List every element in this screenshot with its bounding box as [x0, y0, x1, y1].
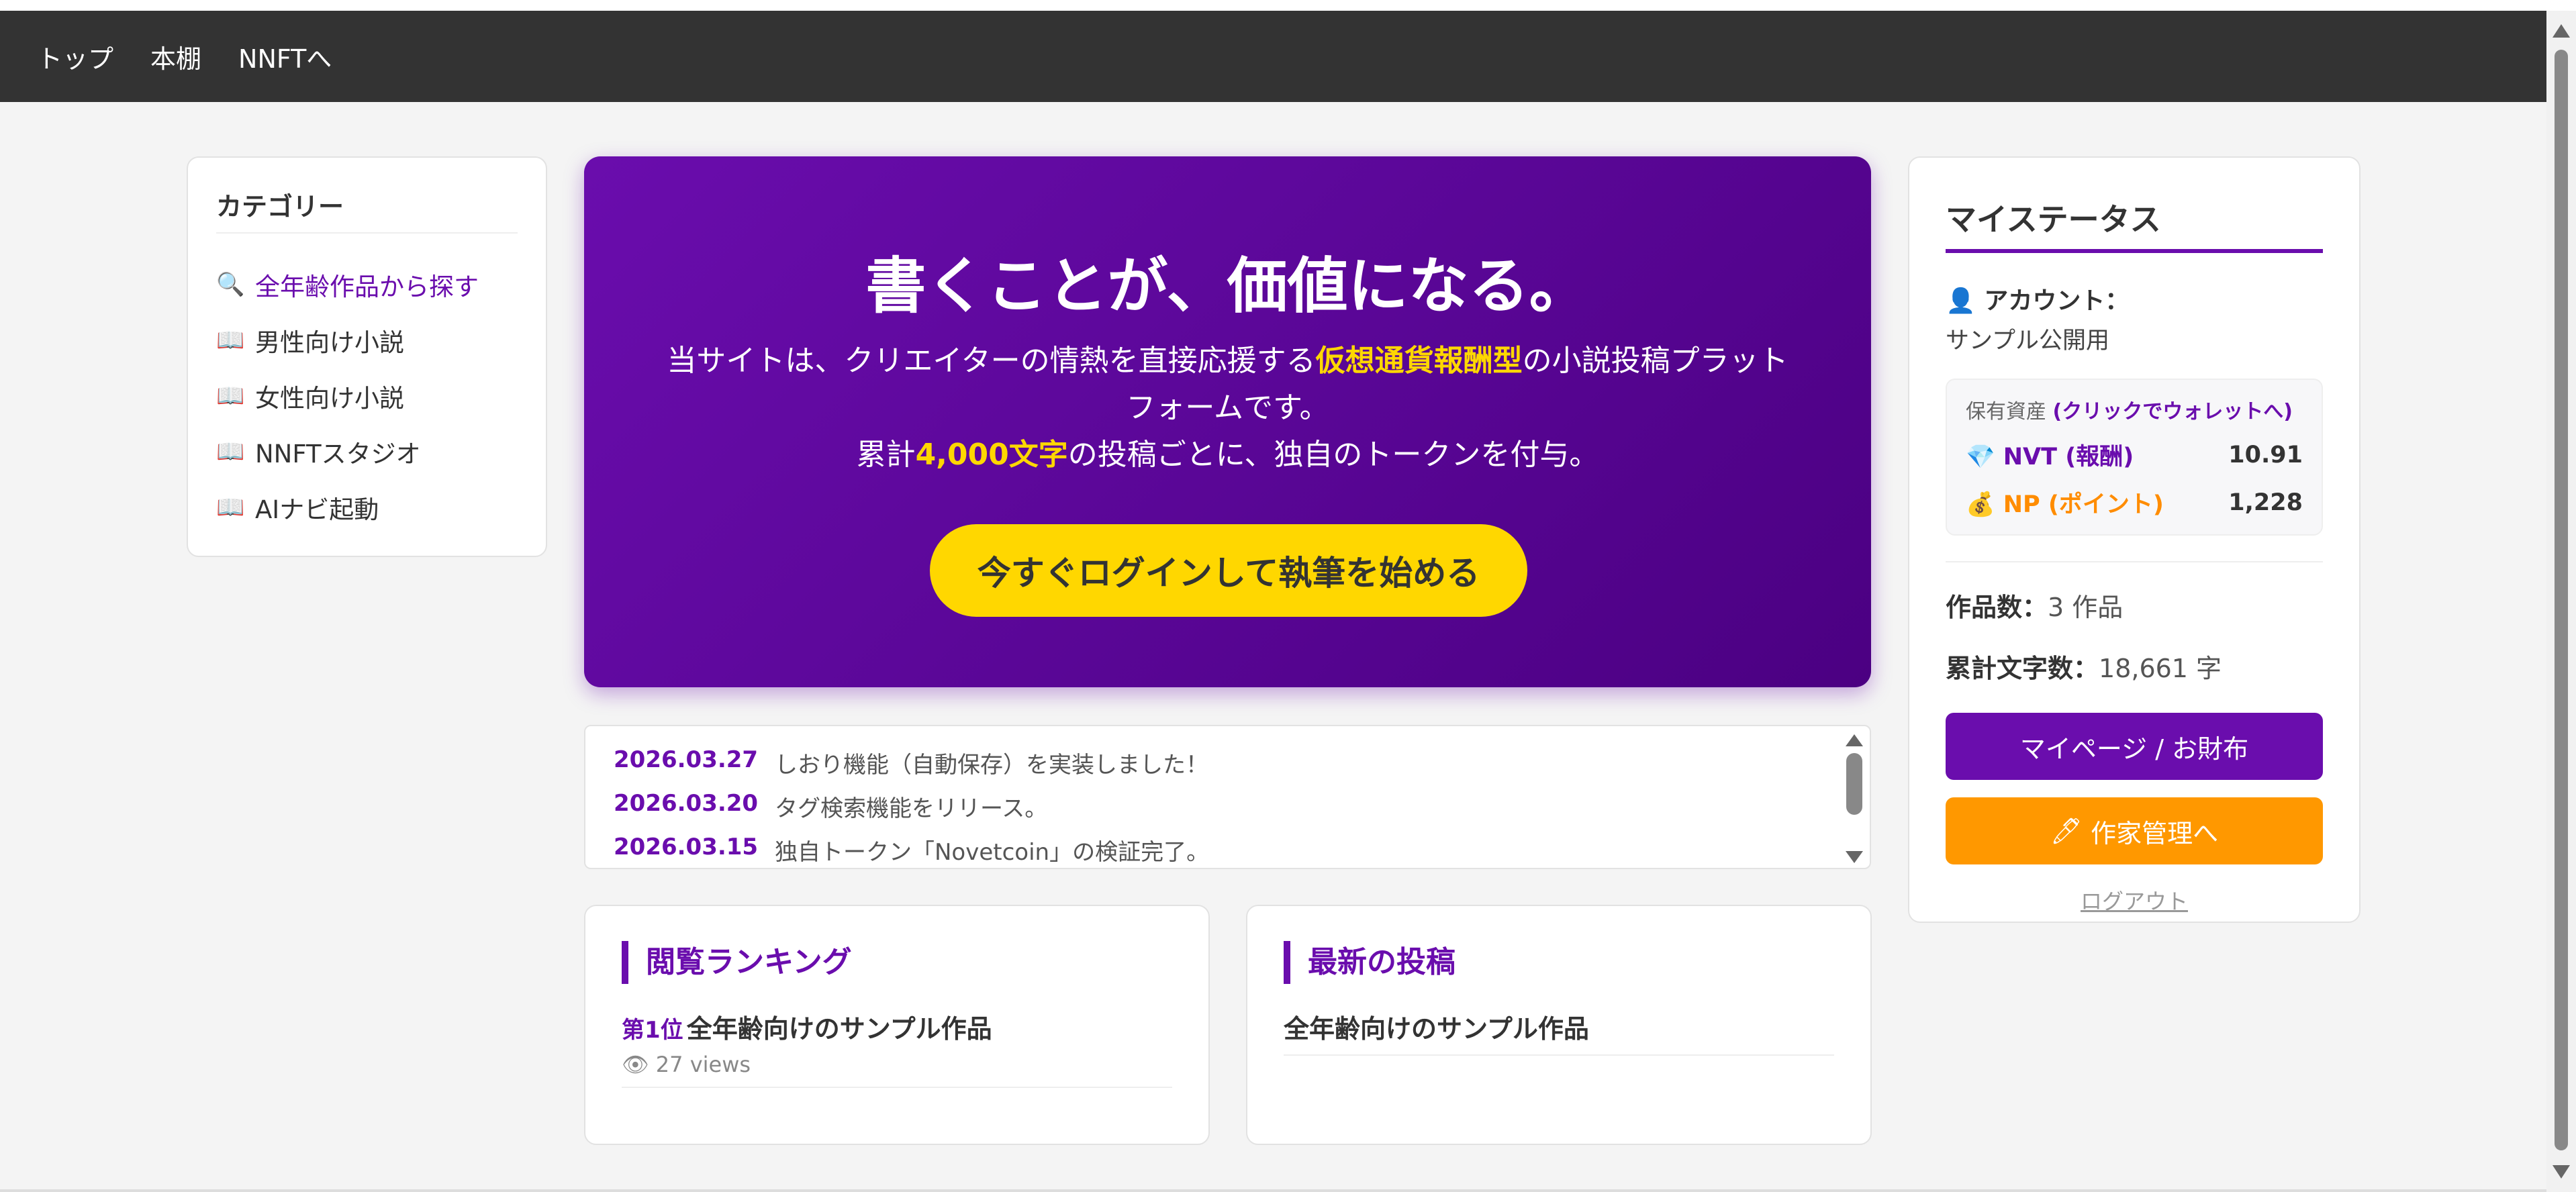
account-label: 👤 アカウント： — [1946, 281, 2323, 316]
author-button-label: 作家管理へ — [2091, 818, 2219, 848]
view-count: 👁 27 views — [622, 1052, 1172, 1077]
assets-label: 保有資産 — [1966, 400, 2046, 424]
news-item: 2026.03.15 独自トークン「Novetcoin」の検証完了。 — [614, 834, 1209, 866]
sidebar-item-label: 全年齢作品から探す — [255, 272, 479, 301]
hero-text-part: 当サイトは、クリエイターの情熱を直接応援する — [667, 344, 1316, 378]
author-admin-button[interactable]: 🖊 作家管理へ — [1946, 797, 2323, 864]
asset-row-np: 💰 NP (ポイント) 1,228 — [1966, 485, 2303, 519]
news-item: 2026.03.20 タグ検索機能をリリース。 — [614, 790, 1047, 823]
news-text: 独自トークン「Novetcoin」の検証完了。 — [775, 839, 1210, 866]
mypage-button[interactable]: マイページ / お財布 — [1946, 713, 2323, 780]
bottom-edge — [0, 1189, 2546, 1192]
scroll-down-icon[interactable] — [1846, 851, 1863, 863]
np-label-text: NP (ポイント) — [2003, 491, 2164, 518]
hero-banner: 書くことが、価値になる。 当サイトは、クリエイターの情熱を直接応援する仮想通貨報… — [584, 156, 1871, 687]
hero-text-part: 累計 — [856, 438, 916, 472]
news-text: タグ検索機能をリリース。 — [775, 795, 1048, 822]
latest-work-title[interactable]: 全年齢向けのサンプル作品 — [1284, 1014, 1589, 1044]
status-title: マイステータス — [1946, 195, 2323, 253]
sidebar-item-female[interactable]: 📖 女性向け小説 — [216, 368, 518, 424]
news-date: 2026.03.20 — [614, 790, 759, 817]
latest-panel: 最新の投稿 全年齢向けのサンプル作品 — [1246, 905, 1872, 1145]
news-scrollbar[interactable] — [1842, 732, 1866, 866]
scroll-up-icon[interactable] — [1846, 734, 1863, 746]
scroll-down-icon[interactable] — [2553, 1165, 2570, 1179]
views-label: 27 views — [655, 1052, 751, 1077]
sidebar-item-nnft-studio[interactable]: 📖 NNFTスタジオ — [216, 424, 518, 479]
sidebar-item-label: 男性向け小説 — [255, 328, 404, 357]
works-value: 3 作品 — [2048, 593, 2124, 622]
account-value: サンプル公開用 — [1946, 328, 2109, 354]
scrollbar-thumb[interactable] — [2555, 50, 2568, 1150]
asset-row-nvt: 💎 NVT (報酬) 10.91 — [1966, 438, 2303, 472]
rank-work-title[interactable]: 全年齢向けのサンプル作品 — [687, 1014, 992, 1044]
gem-icon: 💎 — [1966, 444, 2003, 470]
news-date: 2026.03.15 — [614, 834, 759, 860]
sidebar-title: カテゴリー — [216, 186, 518, 234]
sidebar-item-male[interactable]: 📖 男性向け小説 — [216, 312, 518, 368]
sidebar-item-all-ages[interactable]: 🔍 全年齢作品から探す — [216, 256, 518, 312]
nav-top-link[interactable]: トップ — [37, 38, 113, 75]
ranking-panel: 閲覧ランキング 第1位 全年齢向けのサンプル作品 👁 27 views — [584, 905, 1210, 1145]
logout-link[interactable]: ログアウト — [1946, 885, 2323, 915]
assets-header: 保有資産 (クリックでウォレットへ) — [1966, 395, 2303, 424]
nvt-label-text: NVT (報酬) — [2003, 444, 2134, 470]
pencil-icon: 🖊 — [2050, 815, 2091, 846]
book-icon: 📖 — [216, 382, 245, 409]
chars-label: 累計文字数： — [1946, 654, 2099, 683]
latest-item[interactable]: 全年齢向けのサンプル作品 — [1284, 1008, 1834, 1056]
rank-number: 第1位 — [622, 1017, 683, 1044]
page-scrollbar[interactable] — [2546, 11, 2576, 1192]
scrollbar-thumb[interactable] — [1846, 753, 1862, 815]
ranking-title: 閲覧ランキング — [622, 941, 1172, 984]
category-sidebar: カテゴリー 🔍 全年齢作品から探す 📖 男性向け小説 📖 女性向け小説 📖 NN… — [187, 156, 547, 557]
news-item: 2026.03.27 しおり機能（自動保存）を実装しました！ — [614, 746, 1208, 779]
latest-title: 最新の投稿 — [1284, 941, 1834, 984]
book-icon: 📖 — [216, 493, 245, 521]
sidebar-item-label: NNFTスタジオ — [255, 439, 421, 468]
hero-title: 書くことが、価値になる。 — [865, 251, 1590, 321]
window-top-strip — [0, 0, 2576, 11]
sidebar-item-label: 女性向け小説 — [255, 383, 404, 413]
user-icon: 👤 — [1946, 287, 1985, 315]
total-chars: 累計文字数：18,661 字 — [1946, 648, 2323, 685]
nav-bookshelf-link[interactable]: 本棚 — [150, 38, 201, 75]
works-count: 作品数：3 作品 — [1946, 587, 2323, 624]
ranking-item[interactable]: 第1位 全年齢向けのサンプル作品 👁 27 views — [622, 1008, 1172, 1088]
divider — [1946, 561, 2323, 562]
search-icon: 🔍 — [216, 270, 245, 298]
book-icon: 📖 — [216, 326, 245, 354]
chars-value: 18,661 字 — [2099, 654, 2222, 683]
np-label: 💰 NP (ポイント) — [1966, 485, 2164, 519]
news-text: しおり機能（自動保存）を実装しました！ — [775, 752, 1208, 779]
sidebar-item-label: AIナビ起動 — [255, 495, 379, 524]
nvt-label: 💎 NVT (報酬) — [1966, 438, 2134, 472]
np-value: 1,228 — [2228, 489, 2303, 516]
sidebar-item-ai-navi[interactable]: 📖 AIナビ起動 — [216, 479, 518, 535]
hero-description: 当サイトは、クリエイターの情熱を直接応援する仮想通貨報酬型の小説投稿プラットフォ… — [658, 338, 1797, 479]
eye-icon: 👁 — [622, 1052, 656, 1077]
news-date: 2026.03.27 — [614, 746, 759, 773]
nvt-value: 10.91 — [2228, 441, 2303, 468]
top-navbar: トップ 本棚 NNFTへ — [0, 11, 2546, 102]
hero-text-part: の投稿ごとに、独自のトークンを付与。 — [1067, 438, 1599, 472]
account-label-text: アカウント： — [1984, 287, 2130, 315]
scroll-up-icon[interactable] — [2553, 24, 2570, 38]
login-start-button[interactable]: 今すぐログインして執筆を始める — [930, 524, 1527, 617]
my-status-panel: マイステータス 👤 アカウント： サンプル公開用 保有資産 (クリックでウォレッ… — [1908, 156, 2360, 923]
hero-highlight-crypto: 仮想通貨報酬型 — [1315, 344, 1523, 378]
hero-highlight-chars: 4,000文字 — [915, 438, 1068, 472]
wallet-link[interactable]: (クリックでウォレットへ) — [2053, 400, 2293, 424]
nav-nnft-link[interactable]: NNFTへ — [238, 38, 332, 75]
money-bag-icon: 💰 — [1966, 491, 2003, 518]
assets-box[interactable]: 保有資産 (クリックでウォレットへ) 💎 NVT (報酬) 10.91 💰 NP… — [1946, 379, 2323, 536]
works-label: 作品数： — [1946, 593, 2048, 622]
news-list[interactable]: 2026.03.27 しおり機能（自動保存）を実装しました！ 2026.03.2… — [584, 725, 1871, 869]
book-icon: 📖 — [216, 438, 245, 465]
